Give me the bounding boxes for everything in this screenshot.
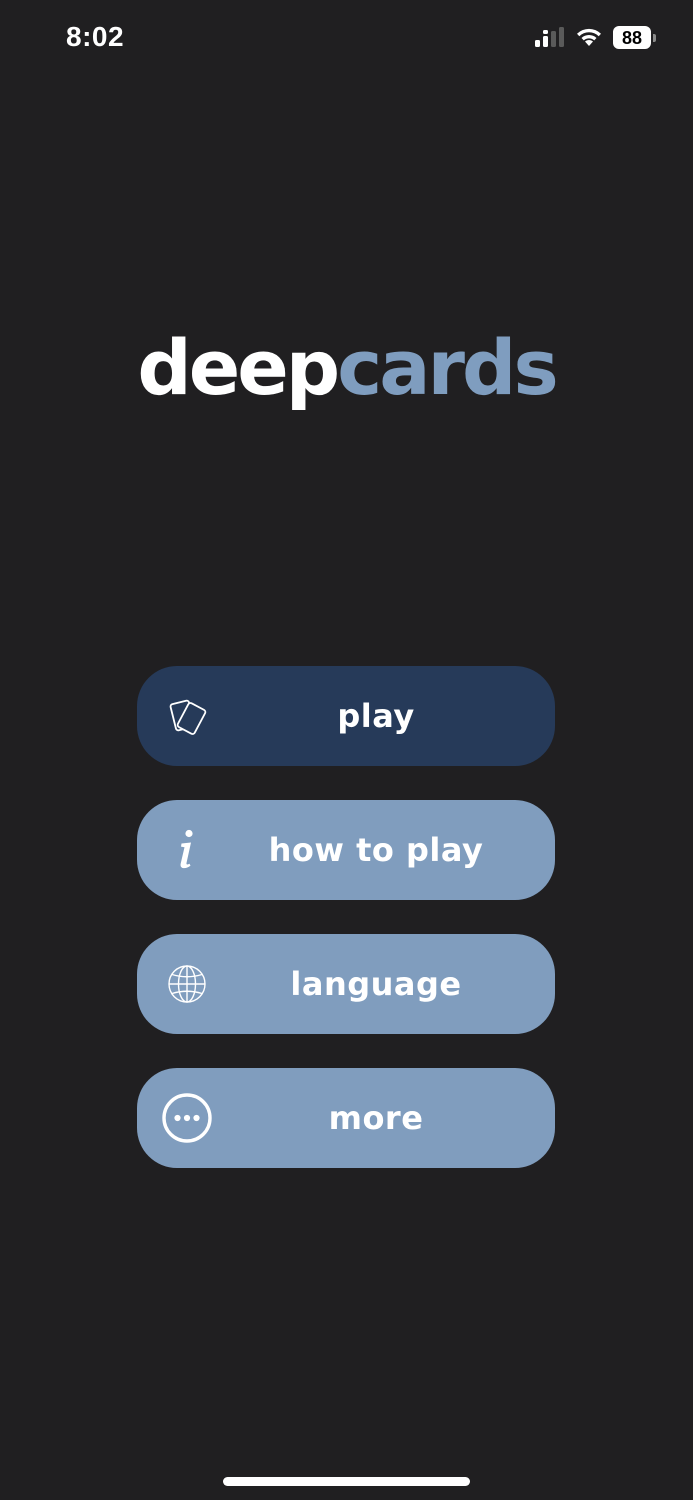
battery-icon: 88: [613, 26, 657, 49]
language-button[interactable]: language: [137, 934, 555, 1034]
app-logo: deepcards: [0, 318, 693, 418]
battery-tip: [653, 34, 656, 42]
more-button[interactable]: more: [137, 1068, 555, 1168]
home-indicator[interactable]: [223, 1477, 470, 1486]
status-time: 8:02: [66, 21, 125, 52]
how-to-play-label: how to play: [268, 831, 484, 869]
play-label: play: [337, 697, 415, 735]
status-bar: 8:02 88: [0, 0, 693, 80]
battery-level: 88: [621, 27, 643, 48]
more-label: more: [328, 1099, 424, 1137]
play-button[interactable]: play: [137, 666, 555, 766]
logo-text-deep: deep: [137, 323, 340, 412]
wifi-icon: [577, 28, 601, 46]
battery-body: 88: [613, 26, 651, 49]
how-to-play-button[interactable]: how to play: [137, 800, 555, 900]
language-label: language: [290, 965, 462, 1003]
logo-text-cards: cards: [337, 323, 558, 412]
signal-icon: [535, 27, 564, 47]
